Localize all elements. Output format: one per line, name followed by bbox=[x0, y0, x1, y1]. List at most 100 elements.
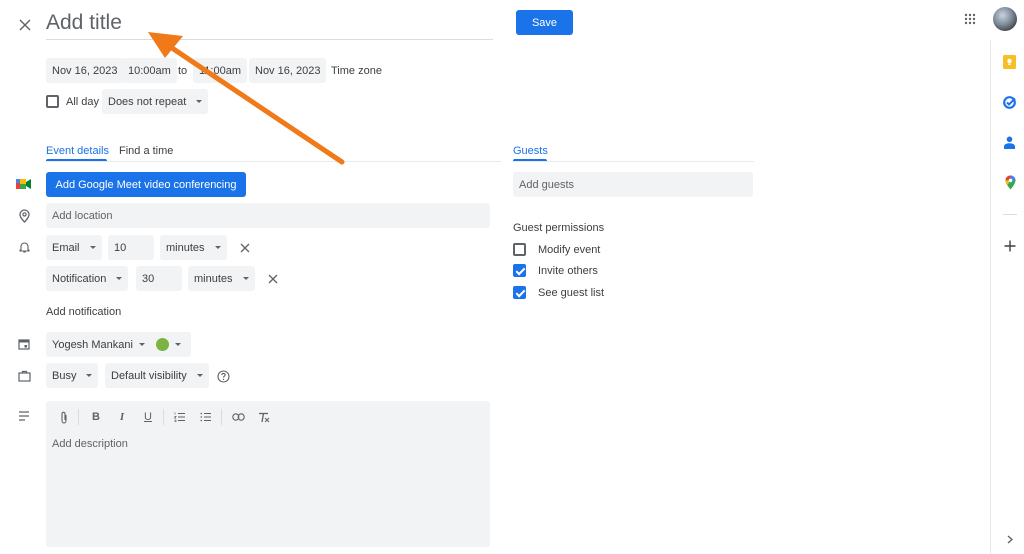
end-date-text: Nov 16, 2023 bbox=[255, 64, 321, 77]
notification-type: Notification bbox=[52, 272, 107, 285]
calendar-owner: Yogesh Mankani bbox=[52, 338, 133, 351]
invite-others-checkbox[interactable] bbox=[513, 264, 526, 277]
tab-guests[interactable]: Guests bbox=[513, 141, 548, 159]
to-label: to bbox=[178, 65, 188, 77]
visibility: Default visibility bbox=[111, 369, 187, 382]
chevron-down-icon bbox=[242, 277, 249, 280]
notification-unit: minutes bbox=[194, 272, 233, 285]
chevron-down-icon bbox=[196, 100, 203, 103]
allday-checkbox[interactable] bbox=[46, 95, 59, 108]
description-placeholder: Add description bbox=[52, 438, 128, 450]
see-guest-list-label: See guest list bbox=[538, 287, 605, 299]
add-notification-link[interactable]: Add notification bbox=[46, 306, 121, 318]
plus-icon[interactable] bbox=[1001, 237, 1019, 255]
tasks-icon[interactable] bbox=[1000, 93, 1018, 111]
description-icon bbox=[17, 409, 31, 423]
chevron-down-icon bbox=[138, 343, 145, 346]
invite-others-label: Invite others bbox=[538, 265, 598, 277]
modify-event-label: Modify event bbox=[538, 244, 601, 256]
visibility-select[interactable]: Default visibility bbox=[105, 363, 209, 388]
help-icon[interactable] bbox=[216, 369, 230, 383]
event-color-select[interactable] bbox=[148, 332, 191, 357]
maps-icon[interactable] bbox=[1001, 173, 1019, 191]
numbered-list-icon[interactable] bbox=[171, 408, 189, 426]
apps-grid-icon[interactable] bbox=[962, 11, 978, 27]
modify-event-checkbox[interactable] bbox=[513, 243, 526, 256]
start-time[interactable]: 10:00am bbox=[122, 58, 177, 83]
end-time[interactable]: 11:00am bbox=[193, 58, 247, 83]
save-label: Save bbox=[531, 16, 558, 29]
tab-label: Find a time bbox=[119, 145, 174, 157]
tab-label: Event details bbox=[46, 145, 109, 157]
repeat-select[interactable]: Does not repeat bbox=[102, 89, 209, 114]
side-panel-divider bbox=[1003, 214, 1017, 215]
guest-permissions-title: Guest permissions bbox=[513, 222, 605, 234]
notification-unit-select[interactable]: minutes bbox=[160, 235, 227, 260]
meet-button-label: Add Google Meet video conferencing bbox=[55, 178, 237, 191]
notification-type-select[interactable]: Email bbox=[46, 235, 102, 260]
briefcase-icon bbox=[17, 369, 31, 383]
timezone-link[interactable]: Time zone bbox=[331, 65, 382, 77]
availability-select[interactable]: Busy bbox=[46, 363, 99, 388]
clear-formatting-icon[interactable] bbox=[255, 408, 273, 426]
remove-notification-icon[interactable] bbox=[266, 272, 280, 286]
google-meet-icon bbox=[16, 177, 32, 191]
allday-label: All day bbox=[66, 96, 100, 108]
tabs-divider bbox=[46, 161, 501, 162]
remove-notification-icon[interactable] bbox=[238, 241, 252, 255]
underline-icon[interactable]: U bbox=[139, 408, 157, 426]
tab-find-a-time[interactable]: Find a time bbox=[119, 141, 173, 159]
availability: Busy bbox=[52, 369, 77, 382]
keep-icon[interactable] bbox=[1000, 53, 1018, 71]
chevron-down-icon bbox=[86, 374, 93, 377]
notification-unit-select[interactable]: minutes bbox=[188, 266, 255, 291]
notification-unit: minutes bbox=[166, 241, 205, 254]
start-date-text: Nov 16, 2023 bbox=[52, 64, 118, 77]
close-icon[interactable] bbox=[14, 14, 36, 36]
add-guests-placeholder: Add guests bbox=[519, 178, 575, 191]
avatar[interactable] bbox=[993, 7, 1017, 31]
contacts-icon[interactable] bbox=[1000, 133, 1018, 151]
location-input[interactable]: Add location bbox=[46, 203, 490, 228]
side-panel bbox=[990, 40, 1024, 554]
end-time-text: 11:00am bbox=[199, 64, 241, 77]
chevron-down-icon bbox=[214, 246, 221, 249]
calendar-icon bbox=[17, 337, 31, 351]
notification-type: Email bbox=[52, 241, 80, 254]
chevron-down-icon bbox=[196, 374, 203, 377]
calendar-owner-select[interactable]: Yogesh Mankani bbox=[46, 332, 151, 357]
notification-amount: 10 bbox=[114, 241, 127, 254]
location-placeholder: Add location bbox=[52, 209, 113, 222]
add-guests-input[interactable]: Add guests bbox=[513, 172, 753, 197]
tab-label: Guests bbox=[513, 145, 548, 157]
location-pin-icon bbox=[17, 208, 31, 224]
chevron-down-icon bbox=[116, 277, 123, 280]
chevron-right-icon[interactable] bbox=[1003, 532, 1017, 546]
toolbar-separator bbox=[78, 409, 79, 425]
tab-event-details[interactable]: Event details bbox=[46, 141, 109, 159]
bulleted-list-icon[interactable] bbox=[197, 408, 215, 426]
event-color-swatch bbox=[156, 338, 169, 351]
bold-icon[interactable]: B bbox=[87, 408, 105, 426]
start-date[interactable]: Nov 16, 2023 bbox=[46, 58, 124, 83]
chevron-down-icon bbox=[175, 343, 181, 346]
guests-divider bbox=[513, 161, 754, 162]
bell-icon bbox=[17, 240, 31, 254]
title-placeholder: Add title bbox=[46, 11, 122, 34]
toolbar-separator bbox=[221, 409, 222, 425]
italic-icon[interactable]: I bbox=[113, 408, 131, 426]
title-input[interactable]: Add title bbox=[46, 8, 493, 40]
notification-amount-input[interactable]: 30 bbox=[136, 266, 182, 291]
see-guest-list-checkbox[interactable] bbox=[513, 286, 526, 299]
chevron-down-icon bbox=[89, 246, 96, 249]
link-icon[interactable] bbox=[229, 408, 247, 426]
toolbar-separator bbox=[163, 409, 164, 425]
add-meet-button[interactable]: Add Google Meet video conferencing bbox=[46, 172, 246, 197]
notification-amount: 30 bbox=[142, 272, 155, 285]
attachment-icon[interactable] bbox=[55, 408, 73, 426]
save-button[interactable]: Save bbox=[516, 10, 573, 35]
notification-amount-input[interactable]: 10 bbox=[108, 235, 154, 260]
end-date[interactable]: Nov 16, 2023 bbox=[249, 58, 327, 83]
start-time-text: 10:00am bbox=[128, 64, 171, 77]
notification-type-select[interactable]: Notification bbox=[46, 266, 129, 291]
